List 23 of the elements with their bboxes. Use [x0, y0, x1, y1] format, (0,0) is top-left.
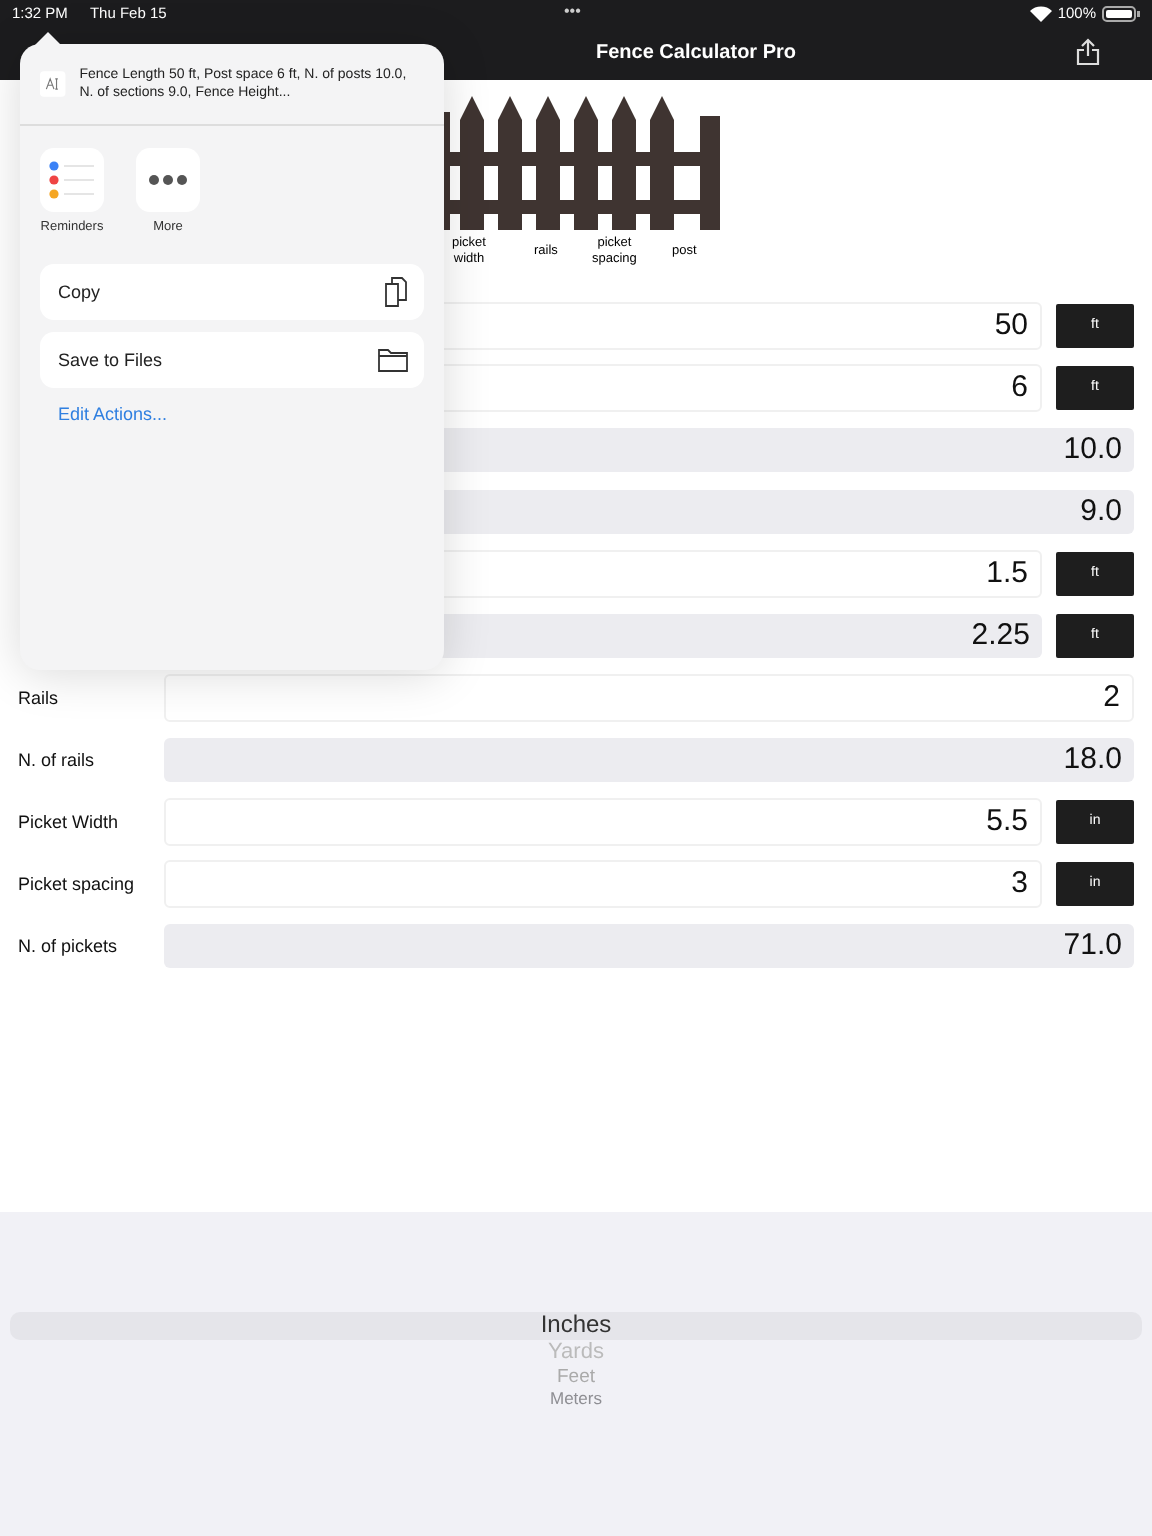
result-field: 18.0: [164, 737, 1134, 781]
field-label: Rails: [18, 687, 61, 707]
multitask-dots[interactable]: •••: [564, 2, 581, 20]
wifi-icon: [1029, 5, 1052, 21]
unit-picker[interactable]: Inches Yards Feet Meters: [0, 1212, 1152, 1536]
share-action[interactable]: Save to Files: [40, 332, 424, 388]
app-title: Fence Calculator Pro: [595, 42, 797, 64]
input-field[interactable]: 5.5: [164, 797, 1042, 845]
share-action[interactable]: Copy: [40, 264, 424, 320]
field-label: N. of rails: [18, 749, 97, 769]
battery-icon: [1102, 5, 1140, 21]
share-icon[interactable]: [1076, 38, 1100, 66]
folder-icon: [378, 348, 408, 372]
field-label: Picket spacing: [18, 873, 137, 893]
field-label: Picket Width: [18, 811, 121, 831]
result-field: 71.0: [164, 923, 1134, 967]
input-field[interactable]: 3: [164, 859, 1042, 907]
more-icon[interactable]: [136, 148, 200, 212]
picker-option[interactable]: Inches: [540, 1310, 612, 1340]
input-field[interactable]: 2: [164, 673, 1134, 721]
reminders-app-icon[interactable]: [40, 148, 104, 212]
copy-icon: [384, 276, 408, 308]
field-label: N. of pickets: [18, 935, 120, 955]
